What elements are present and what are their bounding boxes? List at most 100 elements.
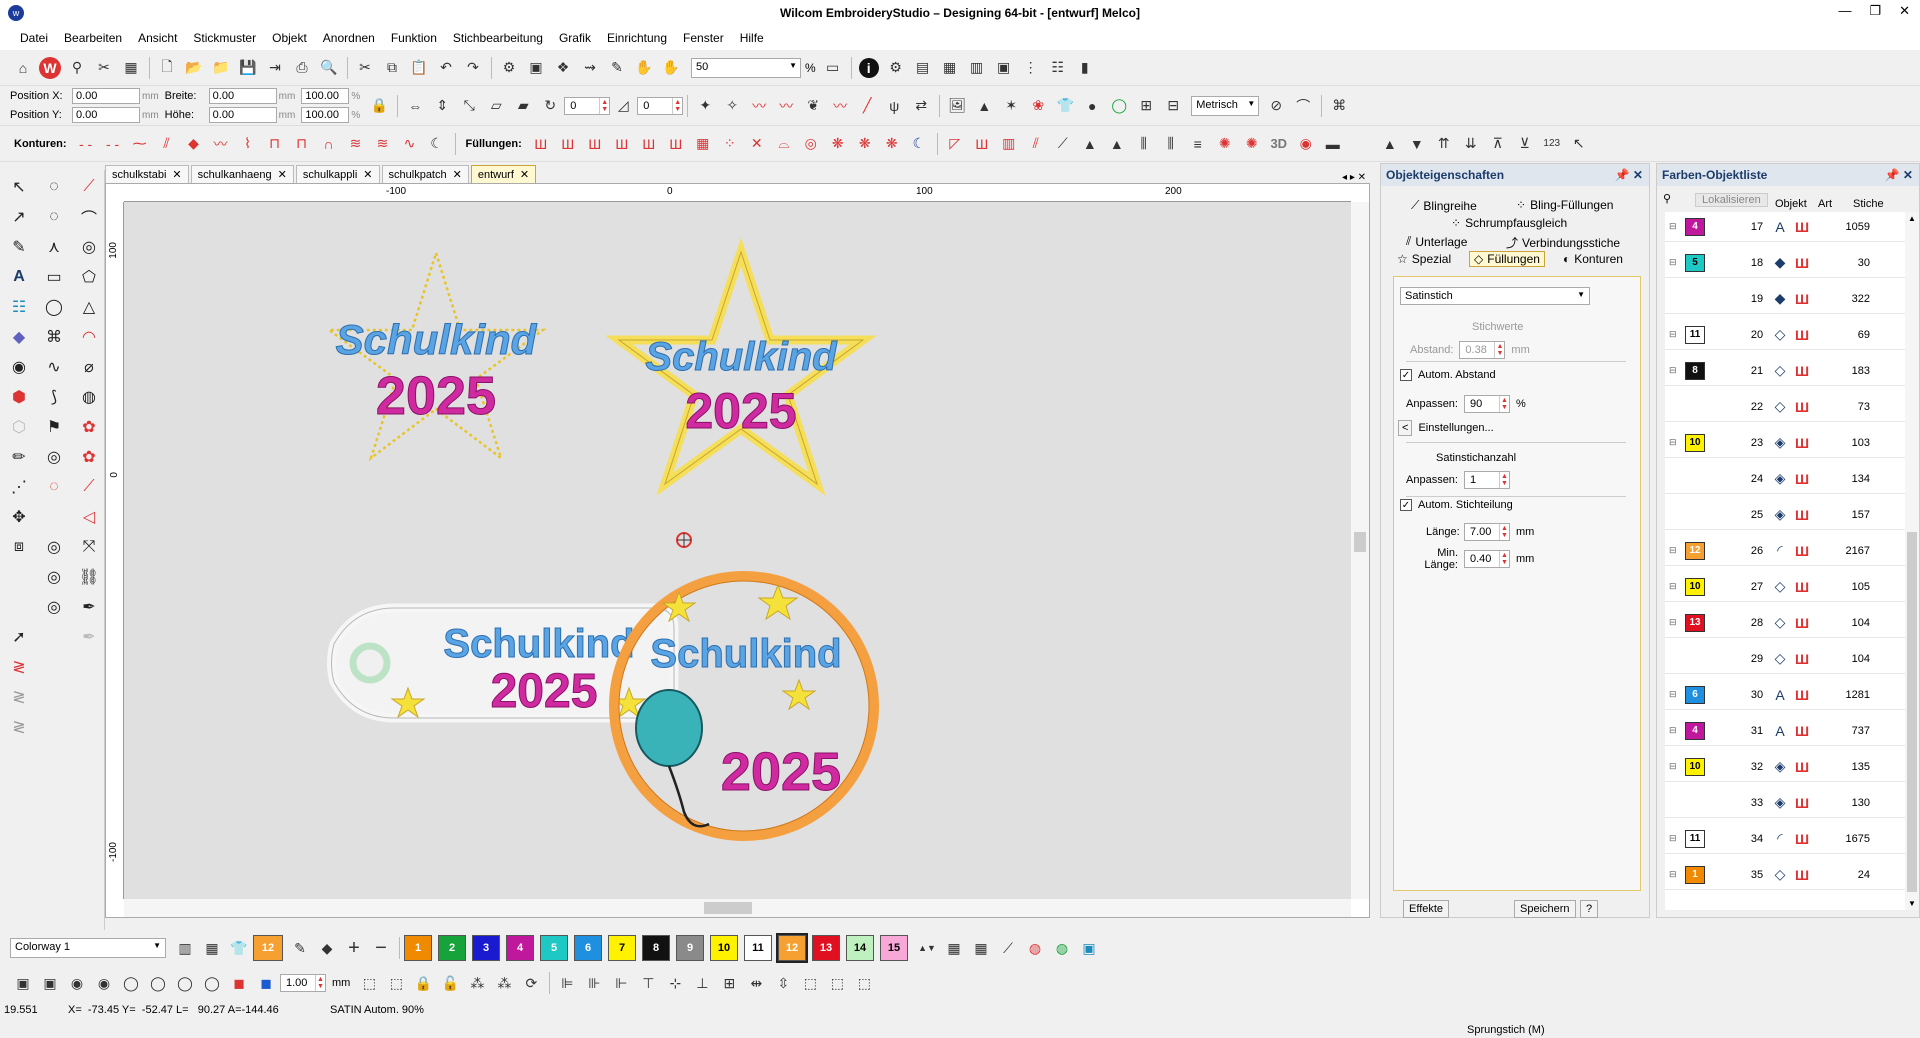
group-icon[interactable]: ▣ (10, 970, 36, 996)
pin-icon[interactable]: 📌 ✕ (1615, 168, 1643, 182)
move-down-icon[interactable]: ⇊ (1458, 131, 1484, 157)
slant-icon[interactable]: ◿ (610, 93, 636, 119)
open-file-icon[interactable]: 📂 (181, 55, 207, 81)
palette-scroll-icon[interactable]: ▲▼ (914, 935, 940, 961)
appliqué-icon[interactable]: ❀ (1025, 93, 1051, 119)
effect7-icon[interactable]: ▲ (1104, 131, 1130, 157)
balloon-icon[interactable]: ⚲ (64, 55, 90, 81)
chain-tool-icon[interactable]: ⛓ (72, 562, 106, 591)
color-swatch[interactable]: 13 (1685, 613, 1705, 632)
design-text-schulkind-3[interactable]: Schulkind (443, 622, 635, 667)
bottom-icon[interactable]: ⊻ (1512, 131, 1538, 157)
color-wheel-icon[interactable]: ◍ (1022, 935, 1048, 961)
e-stitch-icon[interactable]: ⊓ (289, 131, 315, 157)
motif-run-icon[interactable]: ∩ (316, 131, 342, 157)
curve-icon[interactable]: ⌒ (1290, 93, 1316, 119)
shapes-tool-icon[interactable]: ⌘ (37, 322, 71, 351)
satin-line-icon[interactable]: 〰 (208, 131, 234, 157)
effect2-icon[interactable]: Ш (969, 131, 995, 157)
cross-stitch2-icon[interactable]: ✕ (744, 131, 770, 157)
color-swatch[interactable]: 4 (1685, 217, 1705, 236)
autom-stichteilung-checkbox[interactable]: ✓ (1400, 499, 1412, 511)
hoop-blue-icon[interactable]: ▣ (1076, 935, 1102, 961)
color-shape2-icon[interactable]: ◼ (253, 970, 279, 996)
measure-icon[interactable]: ⊘ (1263, 93, 1289, 119)
effect12-icon[interactable]: ✺ (1239, 131, 1265, 157)
expand-settings-button[interactable]: < (1398, 420, 1413, 436)
polyline-select-icon[interactable]: ↗ (2, 202, 36, 231)
satin-circle-icon[interactable]: ◍ (72, 382, 106, 411)
tab-schulkpatch[interactable]: schulkpatch ✕ (381, 165, 469, 183)
thread-swatch[interactable]: 6 (574, 935, 602, 961)
color-swatch[interactable]: 6 (1685, 685, 1705, 704)
top-icon[interactable]: ⊼ (1485, 131, 1511, 157)
satin-fill-icon[interactable]: Ш (528, 131, 554, 157)
position-x-input[interactable] (72, 88, 140, 104)
list-item[interactable]: 11 ⊟ 20 ◇ Ш 69 (1665, 320, 1915, 350)
moon-outline-icon[interactable]: ☾ (424, 131, 450, 157)
shirt-color-icon[interactable]: 👕 (226, 935, 252, 961)
thread-swatch[interactable]: 2 (438, 935, 466, 961)
shapes-icon[interactable]: ▲ (971, 93, 997, 119)
close-tab-icon[interactable]: ✕ (172, 168, 181, 181)
program-split-icon[interactable]: Ш (636, 131, 662, 157)
color-icon[interactable]: ❖ (550, 55, 576, 81)
zoom-input[interactable]: 50 ▼ (691, 57, 801, 78)
effect6-icon[interactable]: ▲ (1077, 131, 1103, 157)
embroidery-design[interactable]: Schulkind 2025 Schulkind 2025 Schulkind … (124, 202, 1353, 901)
tab-blingreihe[interactable]: ⟋ Blingreihe (1411, 198, 1477, 213)
list-item[interactable]: 6 ⊟ 30 A Ш 1281 (1665, 680, 1915, 710)
color-swatch[interactable]: 10 (1685, 433, 1705, 452)
rotate-icon[interactable]: ↻ (537, 93, 563, 119)
branch-icon[interactable]: ⇄ (908, 93, 934, 119)
effect8-icon[interactable]: ⫼ (1131, 131, 1157, 157)
open-folder-icon[interactable]: 📁 (208, 55, 234, 81)
undo-icon[interactable]: ↶ (433, 55, 459, 81)
select-box-icon[interactable]: ⬚ (356, 970, 382, 996)
settings-icon[interactable]: ⚙ (883, 55, 909, 81)
speichern-button[interactable]: Speichern (1514, 900, 1576, 918)
stitch-player-icon[interactable]: ⚙ (496, 55, 522, 81)
close-tab-icon[interactable]: ✕ (453, 168, 462, 181)
colorway-select[interactable]: Colorway 1 ▼ (10, 938, 166, 958)
anpassen2-input[interactable]: 1 ▲ ▼ (1463, 471, 1510, 489)
add-color-icon[interactable]: + (341, 935, 367, 961)
menu-fenster[interactable]: Fenster (683, 31, 724, 45)
expand-icon[interactable]: ⊟ (1669, 257, 1677, 268)
tab-fuellungen[interactable]: ◇ Füllungen (1469, 251, 1545, 267)
design-area[interactable]: Schulkind 2025 Schulkind 2025 Schulkind … (124, 202, 1351, 899)
star-shape-icon[interactable]: ✶ (998, 93, 1024, 119)
tab-schulkstabi[interactable]: schulkstabi ✕ (105, 165, 189, 183)
color-swatch[interactable]: 12 (1685, 541, 1705, 560)
reshape-icon[interactable]: ✦ (692, 93, 718, 119)
pen2-tool-icon[interactable]: ✒ (72, 622, 106, 651)
remove-color-icon[interactable]: − (368, 935, 394, 961)
tab-konturen[interactable]: ◐ Konturen (1563, 252, 1623, 266)
needle-red-icon[interactable]: ╱ (854, 93, 880, 119)
triangle-edit-icon[interactable]: ◁ (72, 502, 106, 531)
ellipse-icon[interactable]: ◯ (37, 292, 71, 321)
color-swatch[interactable]: 10 (1685, 757, 1705, 776)
ruler-icon[interactable]: ▬ (1320, 131, 1346, 157)
menu-ansicht[interactable]: Ansicht (138, 31, 177, 45)
tshirt-icon[interactable]: 👕 (1052, 93, 1078, 119)
color-swatch[interactable]: 11 (1685, 829, 1705, 848)
size3-icon[interactable]: ⬚ (851, 970, 877, 996)
line-tool-icon[interactable]: ⟋ (72, 172, 106, 201)
align-center-icon[interactable]: ⊪ (581, 970, 607, 996)
design-text-year-1[interactable]: 2025 (375, 366, 496, 427)
select-all-icon[interactable]: ↖ (1566, 131, 1592, 157)
effect1-icon[interactable]: ◸ (942, 131, 968, 157)
ellipse-outline-icon[interactable]: ◎ (72, 232, 106, 261)
thread-chart-icon[interactable]: ▦ (941, 935, 967, 961)
effekte-button[interactable]: Effekte (1403, 900, 1450, 918)
close-button[interactable]: ✕ (1899, 3, 1910, 19)
thread-swatch[interactable]: 13 (812, 935, 840, 961)
close-tab-icon[interactable]: ✕ (520, 168, 529, 181)
units-select[interactable]: Metrisch ▼ (1191, 95, 1260, 116)
design-canvas[interactable]: -100 0 100 200 100 0 -100 Schulkind 2025… (105, 183, 1370, 918)
size-icon[interactable]: ⬚ (797, 970, 823, 996)
design-text-year-4[interactable]: 2025 (720, 742, 841, 803)
menu-objekt[interactable]: Objekt (272, 31, 307, 45)
digitize-icon[interactable]: ⌀ (72, 352, 106, 381)
